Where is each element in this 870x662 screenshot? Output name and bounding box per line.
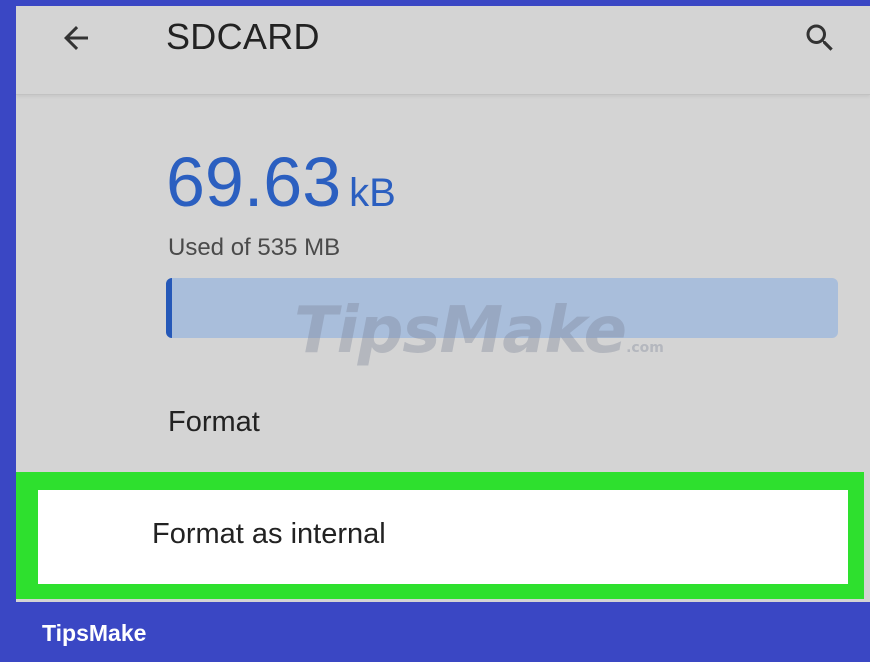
menu-item-format-as-internal-label: Format as internal <box>152 518 386 550</box>
used-storage-unit: kB <box>349 171 396 215</box>
brand-logo-text: TipsMake <box>42 620 147 646</box>
storage-usage-fill <box>166 278 172 338</box>
search-icon[interactable] <box>802 20 838 56</box>
app-bar: SDCARD <box>16 6 870 95</box>
menu-item-format-as-internal[interactable]: Format as internal <box>38 490 848 584</box>
used-storage-amount: 69.63 kB <box>166 142 396 233</box>
page-title: SDCARD <box>166 16 320 57</box>
menu-item-format-label: Format <box>168 406 260 438</box>
storage-usage-bar <box>166 278 838 338</box>
watermark-suffix: .com <box>626 340 664 356</box>
used-storage-caption: Used of 535 MB <box>168 234 341 261</box>
menu-item-format[interactable]: Format <box>16 386 870 466</box>
used-storage-value: 69.63 <box>166 143 342 221</box>
arrow-left-icon[interactable] <box>58 20 94 56</box>
footer-bar: TipsMake <box>0 602 870 662</box>
